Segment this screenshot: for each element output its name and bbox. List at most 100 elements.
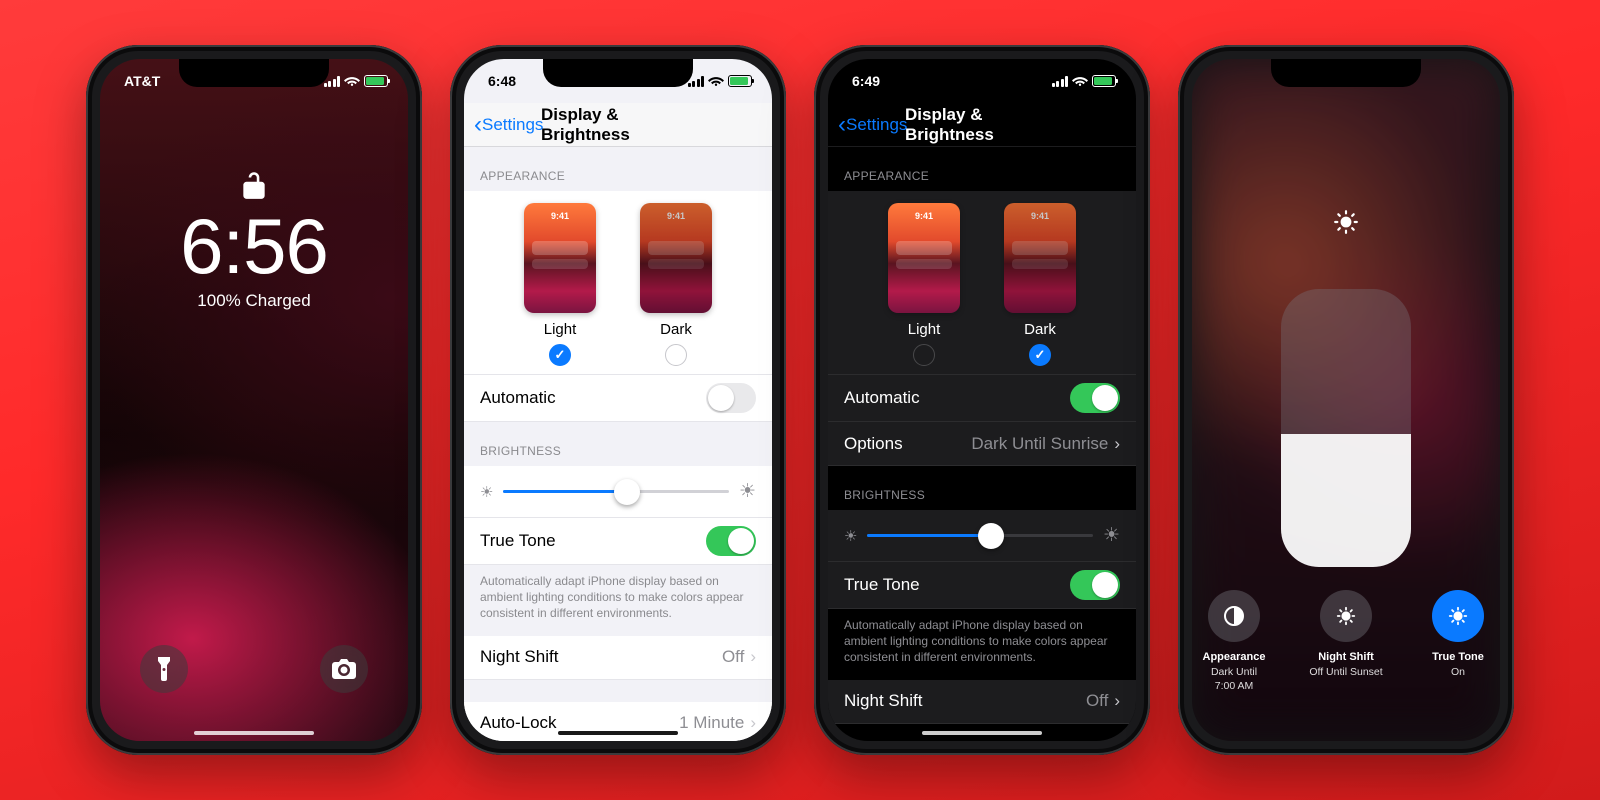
appearance-light-option[interactable]: 9:41 Light [888,203,960,366]
sun-large-icon: ☀︎ [1103,524,1120,547]
flashlight-icon [154,657,174,681]
truetone-button[interactable]: True Tone On [1416,590,1500,693]
camera-button[interactable] [320,645,368,693]
automatic-row[interactable]: Automatic [464,375,772,422]
notch [543,59,693,87]
appearance-button[interactable]: Appearance Dark Until 7:00 AM [1192,590,1276,693]
nav-bar: ‹Settings Display & Brightness [828,103,1136,147]
flashlight-button[interactable] [140,645,188,693]
status-icons [688,75,753,87]
lock-charged: 100% Charged [100,291,408,311]
automatic-label: Automatic [480,388,556,408]
dark-label: Dark [640,321,712,338]
autolock-row[interactable]: Auto-Lock 1 Minute› [464,702,772,741]
brightness-vertical-slider[interactable] [1281,289,1411,567]
nightshift-label: Night Shift [844,691,922,711]
options-label: Options [844,434,903,454]
status-icons [324,75,389,87]
brightness-slider[interactable]: ☀︎ ☀︎ [480,480,756,503]
home-indicator[interactable] [922,731,1042,735]
appearance-sub2: 7:00 AM [1192,679,1276,693]
brightness-row: ☀︎ ☀︎ [464,466,772,518]
truetone-toggle[interactable] [706,526,756,556]
home-indicator[interactable] [558,731,678,735]
lock-wallpaper [100,59,408,741]
wifi-icon [1072,75,1088,87]
truetone-toggle[interactable] [1070,570,1120,600]
brightness-header: BRIGHTNESS [464,422,772,466]
truetone-title: True Tone [1416,650,1500,665]
light-radio[interactable] [913,344,935,366]
dark-thumb: 9:41 [640,203,712,313]
sun-small-icon: ☀︎ [844,527,857,545]
notch [1271,59,1421,87]
lock-time: 6:56 [100,207,408,285]
nightshift-row[interactable]: Night Shift Off› [828,680,1136,724]
options-value: Dark Until Sunrise [971,434,1108,454]
battery-icon [364,75,388,87]
cc-button-row: Appearance Dark Until 7:00 AM Night Shif… [1192,590,1500,693]
carrier-label: AT&T [124,73,160,89]
battery-icon [1092,75,1116,87]
truetone-label: True Tone [844,575,920,595]
page-title: Display & Brightness [541,105,695,145]
truetone-row[interactable]: True Tone [464,518,772,565]
appearance-light-option[interactable]: 9:41 Light [524,203,596,366]
appearance-title: Appearance [1192,650,1276,665]
brightness-row: ☀︎ ☀︎ [828,510,1136,562]
camera-icon [332,659,356,679]
dark-thumb: 9:41 [1004,203,1076,313]
unlock-icon [241,169,267,201]
automatic-row[interactable]: Automatic [828,375,1136,422]
sun-icon [1333,209,1359,235]
phone-lockscreen: AT&T 6:56 100% Charged [86,45,422,755]
sun-large-icon: ☀︎ [739,480,756,503]
appearance-dark-option[interactable]: 9:41 Dark [1004,203,1076,366]
truetone-label: True Tone [480,531,556,551]
appearance-dark-option[interactable]: 9:41 Dark [640,203,712,366]
back-label: Settings [482,115,543,135]
back-button[interactable]: ‹Settings [474,115,543,135]
nav-bar: ‹Settings Display & Brightness [464,103,772,147]
autolock-label: Auto-Lock [480,713,557,733]
nightshift-icon [1320,590,1372,642]
automatic-toggle[interactable] [706,383,756,413]
status-time: 6:48 [488,73,516,89]
brightness-header: BRIGHTNESS [828,466,1136,510]
dark-label: Dark [1004,321,1076,338]
dark-radio[interactable] [665,344,687,366]
chevron-right-icon: › [750,713,756,733]
truetone-note: Automatically adapt iPhone display based… [464,565,772,636]
appearance-icon [1208,590,1260,642]
light-label: Light [888,321,960,338]
light-label: Light [524,321,596,338]
back-button[interactable]: ‹Settings [838,115,907,135]
lock-center: 6:56 100% Charged [100,169,408,311]
truetone-sub: On [1416,665,1500,679]
back-label: Settings [846,115,907,135]
phone-settings-light: 6:48 ‹Settings Display & Brightness APPE… [450,45,786,755]
status-icons [1052,75,1117,87]
nightshift-value: Off [1086,691,1108,711]
nightshift-row[interactable]: Night Shift Off› [464,636,772,680]
home-indicator[interactable] [194,731,314,735]
notch [179,59,329,87]
appearance-sub1: Dark Until [1192,665,1276,679]
truetone-row[interactable]: True Tone [828,562,1136,609]
wifi-icon [344,75,360,87]
brightness-slider[interactable]: ☀︎ ☀︎ [844,524,1120,547]
battery-icon [728,75,752,87]
wifi-icon [708,75,724,87]
phone-control-center: Appearance Dark Until 7:00 AM Night Shif… [1178,45,1514,755]
chevron-right-icon: › [750,647,756,667]
light-thumb: 9:41 [524,203,596,313]
dark-radio[interactable] [1029,344,1051,366]
nightshift-button[interactable]: Night Shift Off Until Sunset [1304,590,1388,693]
options-row[interactable]: Options Dark Until Sunrise› [828,422,1136,466]
status-time: 6:49 [852,73,880,89]
brightness-level [1281,434,1411,567]
automatic-toggle[interactable] [1070,383,1120,413]
sun-small-icon: ☀︎ [480,483,493,501]
light-radio[interactable] [549,344,571,366]
nightshift-title: Night Shift [1304,650,1388,665]
